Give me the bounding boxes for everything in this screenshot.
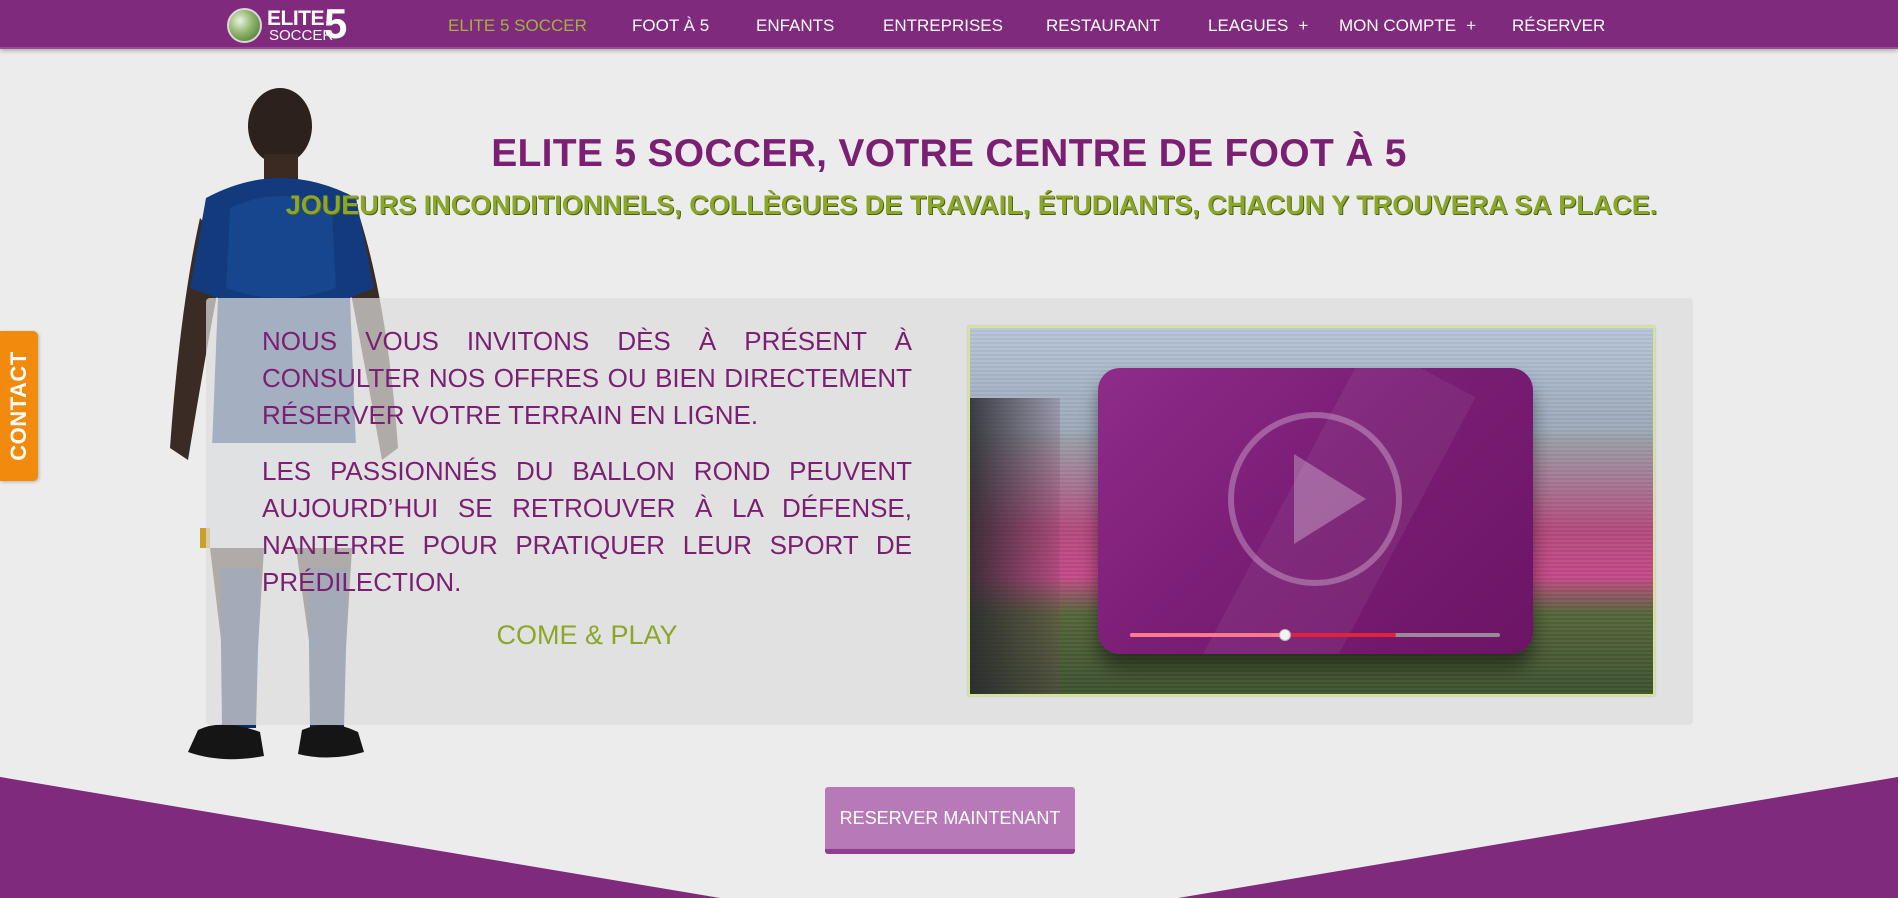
nav-item-label: ELITE 5 SOCCER bbox=[448, 16, 587, 35]
video-player[interactable] bbox=[968, 326, 1655, 696]
nav-item-enfants[interactable]: ENFANTS bbox=[756, 0, 834, 49]
intro-paragraph-2: LES PASSIONNÉS DU BALLON ROND PEUVENT AU… bbox=[262, 456, 912, 597]
nav-item-foot-a-5[interactable]: FOOT À 5 bbox=[632, 0, 709, 49]
reserve-now-button[interactable]: RESERVER MAINTENANT bbox=[825, 787, 1075, 854]
nav-item-label: RÉSERVER bbox=[1512, 16, 1606, 35]
video-progress-bar[interactable] bbox=[1130, 629, 1500, 641]
nav-item-label: FOOT À 5 bbox=[632, 16, 710, 35]
soccer-ball-icon bbox=[227, 8, 262, 43]
page-subtitle: JOUEURS INCONDITIONNELS, COLLÈGUES DE TR… bbox=[285, 190, 1658, 220]
logo-text-elite: ELITE bbox=[267, 7, 325, 30]
nav-item-label: ENTREPRISES bbox=[883, 16, 1003, 35]
play-icon[interactable] bbox=[1228, 412, 1402, 586]
plus-icon[interactable]: + bbox=[1298, 16, 1308, 35]
page-title: ELITE 5 SOCCER, VOTRE CENTRE DE FOOT À 5 bbox=[491, 132, 1407, 175]
top-navbar: ELITE SOCCER 5 ELITE 5 SOCCER FOOT À 5 E… bbox=[0, 0, 1898, 49]
nav-item-leagues[interactable]: LEAGUES + bbox=[1208, 0, 1308, 49]
elite5-logo[interactable]: ELITE SOCCER 5 bbox=[227, 2, 357, 46]
nav-item-mon-compte[interactable]: MON COMPTE + bbox=[1339, 0, 1476, 49]
intro-paragraph-1: NOUS VOUS INVITONS DÈS À PRÉSENT À CONSU… bbox=[262, 326, 912, 430]
nav-item-reserver[interactable]: RÉSERVER bbox=[1512, 0, 1605, 49]
nav-item-label: MON COMPTE bbox=[1339, 16, 1457, 35]
nav-item-label: LEAGUES bbox=[1208, 16, 1289, 35]
come-play-tagline: COME & PLAY bbox=[496, 620, 678, 650]
nav-item-restaurant[interactable]: RESTAURANT bbox=[1046, 0, 1160, 49]
logo-text-five: 5 bbox=[324, 0, 348, 47]
video-thumbnail-blur bbox=[970, 398, 1060, 694]
video-overlay[interactable] bbox=[1098, 368, 1533, 654]
video-played-fill bbox=[1130, 633, 1286, 637]
play-triangle-icon bbox=[1294, 454, 1366, 544]
contact-tab[interactable]: CONTACT bbox=[0, 331, 38, 481]
contact-tab-label: CONTACT bbox=[6, 351, 31, 461]
reserve-now-button-label: RESERVER MAINTENANT bbox=[839, 808, 1061, 828]
plus-icon[interactable]: + bbox=[1466, 16, 1476, 35]
nav-item-elite5soccer[interactable]: ELITE 5 SOCCER bbox=[448, 0, 587, 49]
nav-item-label: ENFANTS bbox=[756, 16, 835, 35]
nav-item-label: RESTAURANT bbox=[1046, 16, 1160, 35]
nav-item-entreprises[interactable]: ENTREPRISES bbox=[883, 0, 1003, 49]
